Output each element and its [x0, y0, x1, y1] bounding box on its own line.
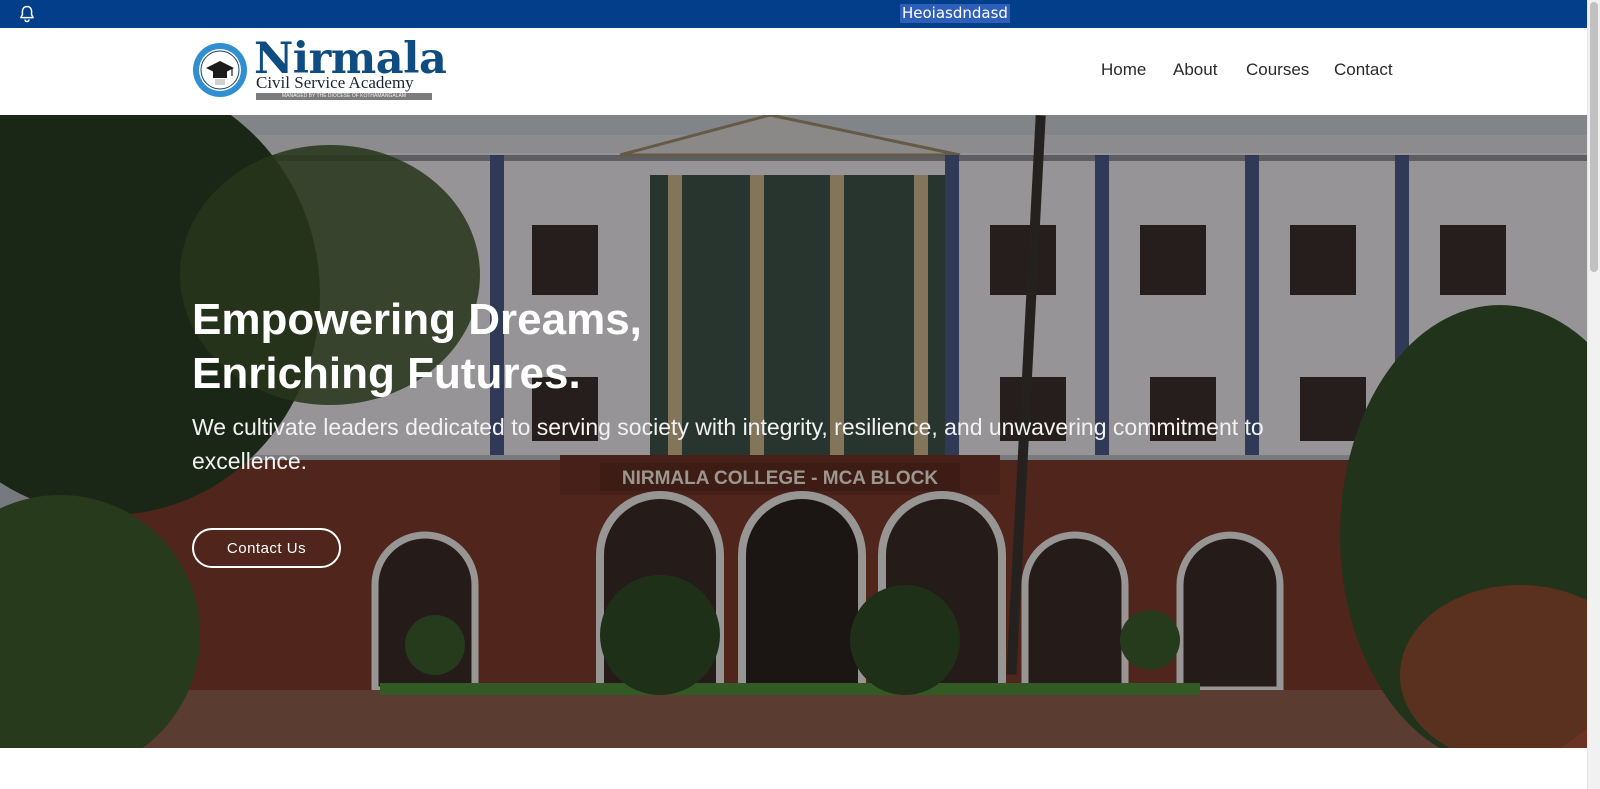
announcement-bar: Heoiasdndasd [0, 0, 1587, 28]
hero-title-line-1: Empowering Dreams, [192, 295, 642, 344]
hero-title: Empowering Dreams, Enriching Futures. [192, 293, 1092, 401]
logo-strip: MANAGED BY THE DIOCESE OF KOTHAMANGALAM [256, 93, 432, 100]
nav-courses[interactable]: Courses [1246, 58, 1309, 82]
announcement-text: Heoiasdndasd [900, 4, 1010, 23]
hero-section: NIRMALA COLLEGE - MCA BLOCK Empowering D… [0, 115, 1587, 748]
hero-title-line-2: Enriching Futures. [192, 349, 581, 398]
page-scrollbar[interactable] [1587, 0, 1600, 789]
contact-us-button[interactable]: Contact Us [192, 528, 341, 568]
hero-subtitle: We cultivate leaders dedicated to servin… [192, 414, 1264, 474]
nav-about[interactable]: About [1173, 58, 1217, 82]
bell-icon[interactable] [17, 4, 37, 24]
nav-contact[interactable]: Contact [1334, 58, 1393, 82]
nav-home[interactable]: Home [1101, 58, 1146, 82]
site-header: Nirmala Civil Service Academy MANAGED BY… [0, 28, 1587, 115]
scrollbar-thumb[interactable] [1590, 2, 1598, 272]
main-nav: Home About Courses Contact [0, 58, 1587, 82]
